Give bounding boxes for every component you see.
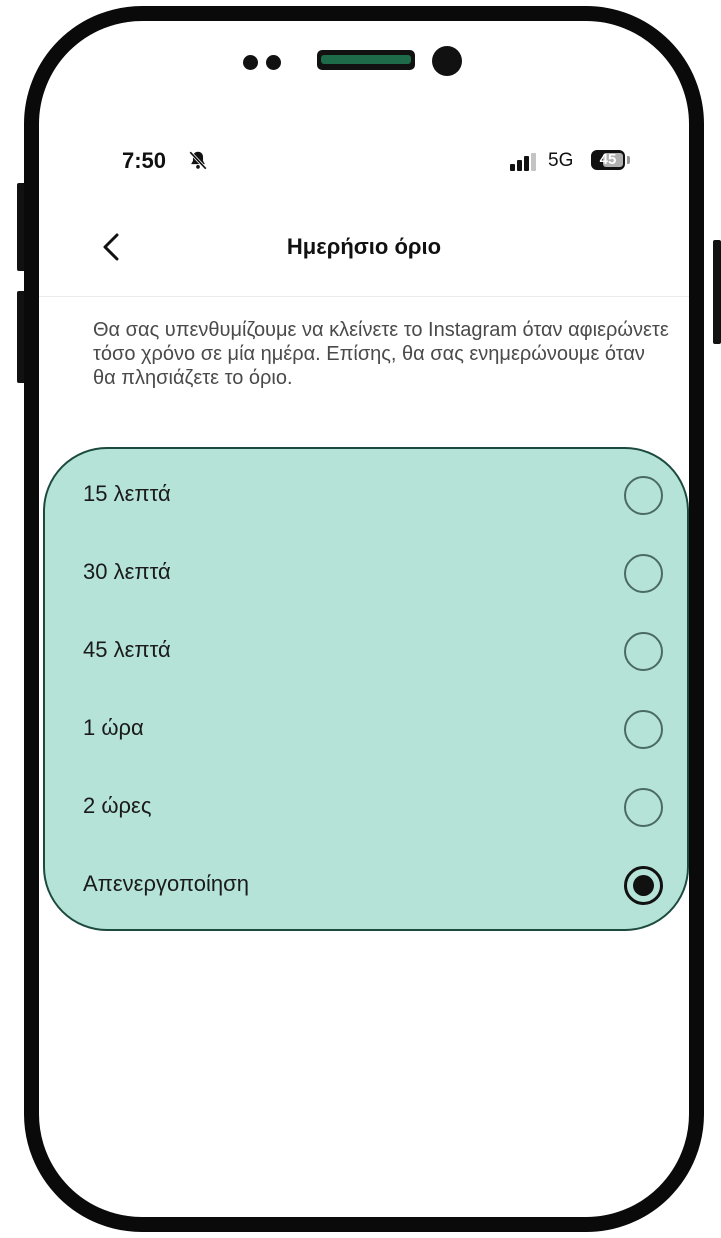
- front-camera-icon: [432, 46, 462, 76]
- screen: 7:50 5G 45 Ημερήσιο όριο Θα σας υπενθυμί…: [39, 21, 689, 1217]
- option-1-hour[interactable]: 1 ώρα: [45, 700, 687, 760]
- phone-frame: 7:50 5G 45 Ημερήσιο όριο Θα σας υπενθυμί…: [24, 6, 704, 1232]
- option-label: 30 λεπτά: [83, 559, 171, 584]
- limit-options-panel: 15 λεπτά 30 λεπτά 45 λεπτά 1 ώρα 2 ώρες: [43, 447, 689, 931]
- option-label: 45 λεπτά: [83, 637, 171, 662]
- header-divider: [39, 296, 689, 297]
- option-45-minutes[interactable]: 45 λεπτά: [45, 622, 687, 682]
- sensor-dot-icon: [243, 55, 258, 70]
- option-2-hours[interactable]: 2 ώρες: [45, 778, 687, 838]
- option-30-minutes[interactable]: 30 λεπτά: [45, 544, 687, 604]
- radio-button-selected[interactable]: [624, 866, 663, 905]
- radio-button[interactable]: [624, 554, 663, 593]
- option-label: Απενεργοποίηση: [83, 871, 249, 896]
- page-title: Ημερήσιο όριο: [286, 234, 442, 259]
- radio-button[interactable]: [624, 710, 663, 749]
- battery-tip: [627, 156, 630, 164]
- radio-button[interactable]: [624, 476, 663, 515]
- sensor-dot-icon: [266, 55, 281, 70]
- radio-button[interactable]: [624, 632, 663, 671]
- speaker-grille: [317, 50, 415, 70]
- option-label: 1 ώρα: [83, 715, 144, 740]
- signal-icon: [510, 153, 536, 171]
- battery-percent: 45: [599, 151, 617, 168]
- description-text: Θα σας υπενθυμίζουμε να κλείνετε το Inst…: [93, 319, 669, 389]
- radio-button[interactable]: [624, 788, 663, 827]
- option-label: 15 λεπτά: [83, 481, 171, 506]
- option-15-minutes[interactable]: 15 λεπτά: [45, 466, 687, 526]
- bell-muted-icon: [189, 151, 207, 170]
- option-label: 2 ώρες: [83, 793, 152, 818]
- network-label: 5G: [548, 150, 574, 171]
- battery-icon: 45: [591, 150, 625, 170]
- page: 7:50 5G 45 Ημερήσιο όριο Θα σας υπενθυμί…: [0, 0, 721, 1238]
- option-disable[interactable]: Απενεργοποίηση: [45, 856, 687, 916]
- status-time: 7:50: [122, 148, 167, 173]
- power-button: [713, 240, 721, 344]
